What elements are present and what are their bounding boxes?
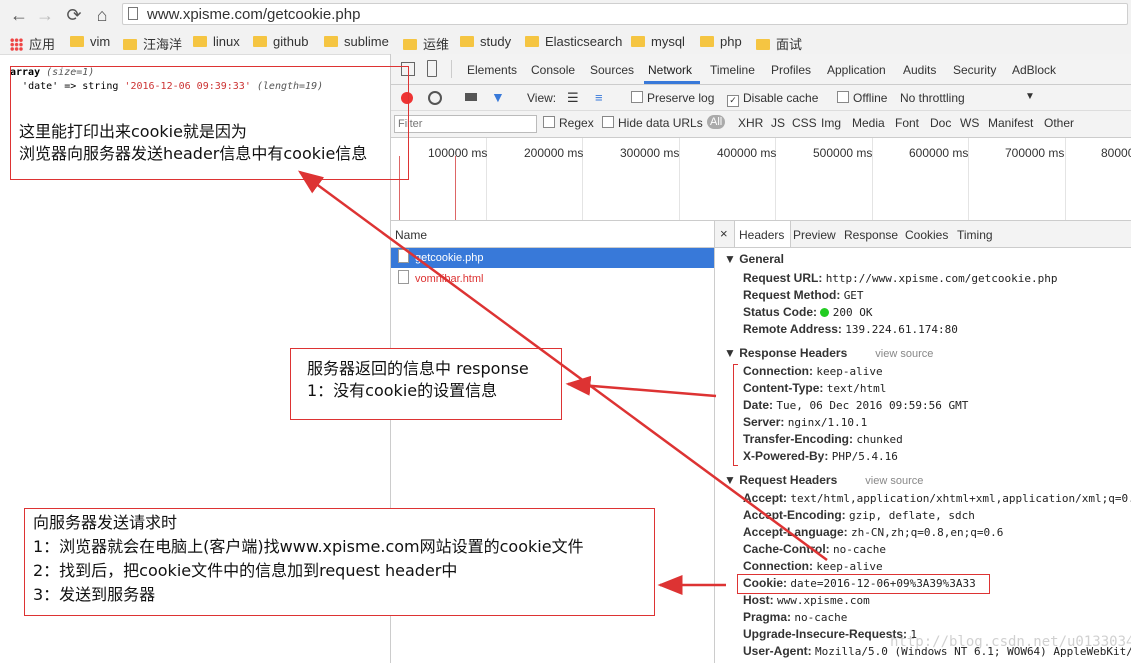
arrow-response-note <box>565 375 717 398</box>
watermark: http://blog.csdn.net/u013303402 <box>890 634 1131 650</box>
annotation-arrows <box>297 170 828 595</box>
arrow-cookie-to-output <box>297 170 828 562</box>
